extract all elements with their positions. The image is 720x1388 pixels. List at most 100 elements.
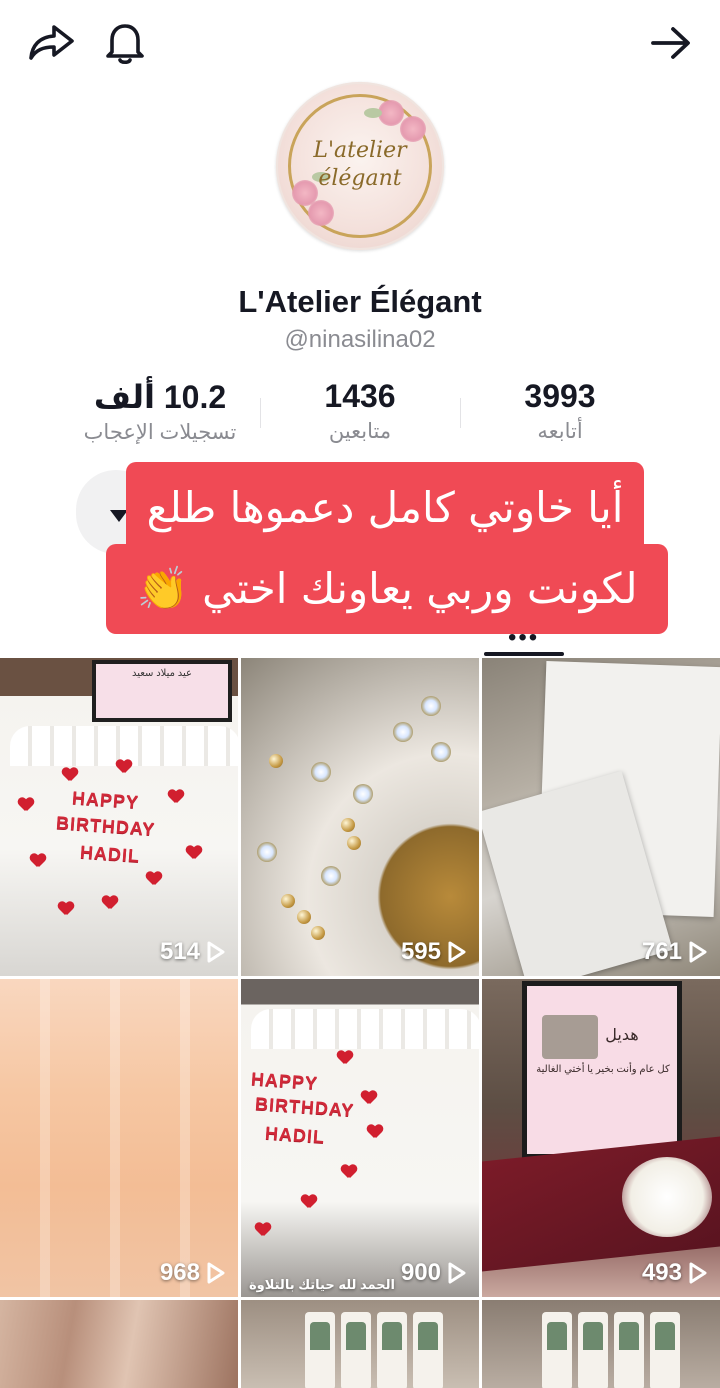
heart-decoration (361, 1091, 377, 1105)
gem-decoration (321, 866, 341, 886)
lantern-decoration (614, 1312, 644, 1388)
play-icon (689, 941, 707, 963)
caption-overlay-line2: لكونت وربي يعاونك اختي 👏 (106, 544, 668, 634)
gift-bow (622, 1157, 712, 1237)
frame-photo (542, 1015, 598, 1059)
heart-decoration (255, 1223, 271, 1237)
lantern-decoration (341, 1312, 371, 1388)
leaf-decoration (364, 108, 382, 118)
caption-overlay-line1: أيا خاوتي كامل دعموها طلع (126, 462, 644, 554)
cake-text: BIRTHDAY (55, 812, 156, 840)
cake-text: HAPPY (250, 1068, 319, 1094)
likes-count: 10.2 ألف (93, 379, 227, 415)
gem-decoration (431, 742, 451, 762)
heart-decoration (58, 902, 74, 916)
view-count: 493 (642, 1259, 708, 1287)
view-count-number: 761 (641, 938, 682, 965)
followers-label: متابعين (328, 420, 392, 443)
view-count: 514 (160, 938, 226, 966)
lantern-decoration (305, 1312, 335, 1388)
active-tab-indicator (484, 652, 564, 656)
video-tile[interactable]: 595 (241, 658, 479, 976)
heart-decoration (337, 1051, 353, 1065)
following-label: أتابعه (537, 420, 583, 443)
back-arrow-icon[interactable] (646, 18, 696, 68)
gem-decoration (353, 784, 373, 804)
profile-avatar[interactable]: L'atelier élégant (276, 82, 444, 250)
stat-followers[interactable]: 1436 متابعين (260, 378, 460, 444)
cake-frosting (251, 1009, 479, 1049)
heart-decoration (168, 790, 184, 804)
heart-decoration (62, 768, 78, 782)
logo-text-line2: élégant (318, 166, 402, 191)
lantern-decoration (377, 1312, 407, 1388)
flower-decoration (308, 200, 334, 226)
tile-frame-text: عيد ميلاد سعيد (131, 668, 193, 679)
stat-likes[interactable]: 10.2 ألف تسجيلات الإعجاب (60, 378, 260, 445)
bell-icon[interactable] (100, 18, 150, 68)
view-count-number: 900 (400, 1259, 441, 1286)
heart-decoration (341, 1165, 357, 1179)
play-icon (689, 1262, 707, 1284)
video-tile[interactable]: عيد ميلاد سعيد HAPPY BIRTHDAY HADIL 514 (0, 658, 238, 976)
tile-caption: الحمد لله حياتك بالتلاوة (249, 1277, 395, 1293)
video-tile[interactable] (0, 1300, 238, 1388)
view-count: 900 (401, 1259, 467, 1287)
play-icon (448, 941, 466, 963)
pearl-decoration (311, 926, 325, 940)
view-count-number: 493 (641, 1259, 682, 1286)
heart-decoration (186, 846, 202, 860)
video-tile[interactable]: 968 (0, 979, 238, 1297)
heart-decoration (146, 872, 162, 886)
lantern-decoration (542, 1312, 572, 1388)
lantern-decoration (578, 1312, 608, 1388)
video-tile[interactable]: HAPPY BIRTHDAY HADIL الحمد لله حياتك بال… (241, 979, 479, 1297)
pearl-decoration (269, 754, 283, 768)
cake-text: HADIL (264, 1122, 326, 1148)
video-tile[interactable]: 761 (482, 658, 720, 976)
light-streak (180, 979, 190, 1297)
tile-caption-text: الحمد لله حياتك بالتلاوة (249, 1277, 395, 1292)
pearl-decoration (281, 894, 295, 908)
view-count-number: 968 (159, 1259, 200, 1286)
play-icon (207, 941, 225, 963)
heart-decoration (18, 798, 34, 812)
view-count: 968 (160, 1259, 226, 1287)
video-grid: عيد ميلاد سعيد HAPPY BIRTHDAY HADIL 514 (0, 658, 720, 1388)
heart-decoration (30, 854, 46, 868)
gem-decoration (257, 842, 277, 862)
logo-text-line1: L'atelier (313, 138, 407, 163)
lantern-decoration (650, 1312, 680, 1388)
gem-decoration (421, 696, 441, 716)
gem-decoration (393, 722, 413, 742)
pearl-decoration (347, 836, 361, 850)
stat-following[interactable]: 3993 أتابعه (460, 378, 660, 444)
view-count-number: 514 (159, 938, 200, 965)
video-tile[interactable] (482, 1300, 720, 1388)
play-icon (207, 1262, 225, 1284)
view-count: 761 (642, 938, 708, 966)
profile-handle: @ninasilina02 (284, 326, 436, 353)
likes-label: تسجيلات الإعجاب (83, 421, 237, 444)
light-streak (110, 979, 120, 1297)
following-count: 3993 (524, 378, 596, 414)
followers-count: 1436 (324, 378, 396, 414)
lantern-decoration (413, 1312, 443, 1388)
light-streak (40, 979, 50, 1297)
cake-text: BIRTHDAY (254, 1093, 355, 1121)
top-bar (0, 0, 720, 84)
cake-text: HADIL (79, 841, 141, 867)
heart-decoration (116, 760, 132, 774)
share-icon[interactable] (26, 18, 76, 68)
cake-text: HAPPY (71, 787, 140, 813)
video-tile[interactable]: هديل كل عام وأنت بخير يا أختي الغالية 49… (482, 979, 720, 1297)
more-dots-icon[interactable]: ••• (508, 624, 539, 652)
view-count: 595 (401, 938, 467, 966)
heart-decoration (102, 896, 118, 910)
gem-decoration (311, 762, 331, 782)
video-tile[interactable] (241, 1300, 479, 1388)
profile-name: L'Atelier Élégant (238, 284, 482, 319)
frame-text: كل عام وأنت بخير يا أختي الغالية (536, 1064, 670, 1075)
frame-title: هديل (605, 1027, 639, 1044)
play-icon (448, 1262, 466, 1284)
